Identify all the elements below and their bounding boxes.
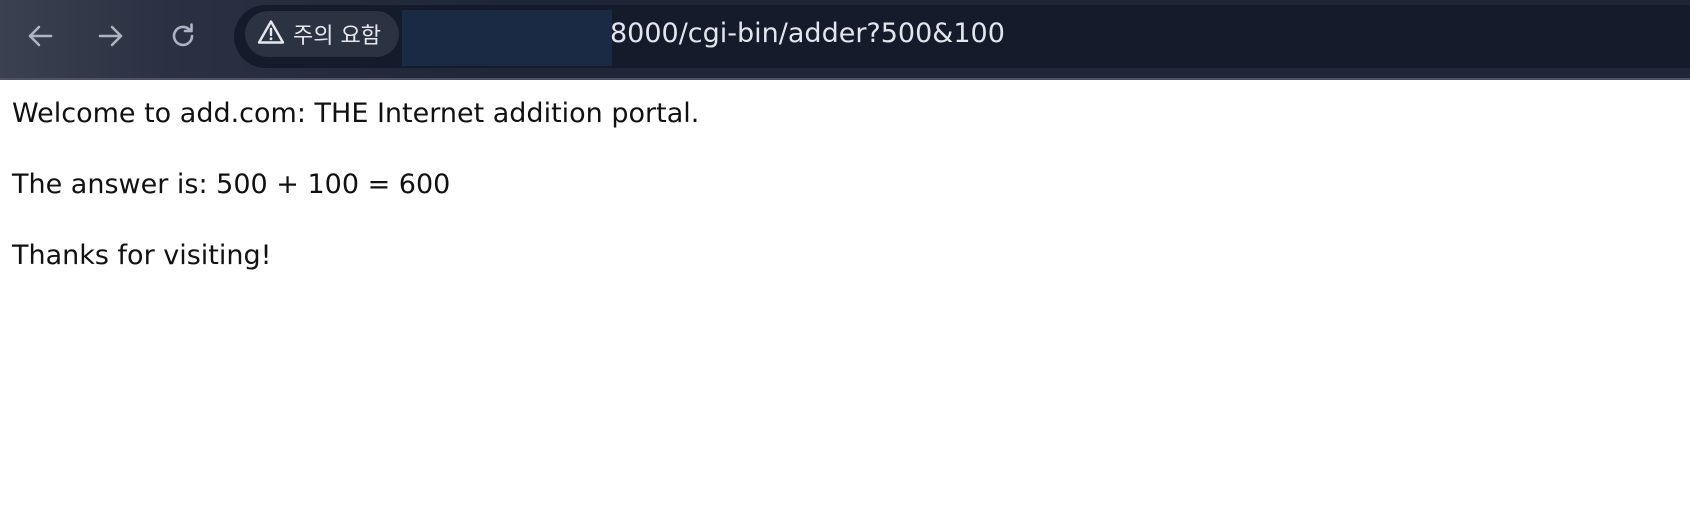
- thanks-text: Thanks for visiting!: [12, 240, 272, 271]
- redacted-url-segment: [402, 10, 612, 66]
- welcome-text: Welcome to add.com: THE Internet additio…: [12, 98, 700, 129]
- back-button[interactable]: [18, 14, 62, 58]
- arrow-left-icon: [25, 21, 55, 51]
- answer-text: The answer is: 500 + 100 = 600: [12, 169, 451, 200]
- url-text[interactable]: 8000/cgi-bin/adder?500&100: [610, 17, 1005, 51]
- security-indicator-chip[interactable]: 주의 요함: [245, 11, 399, 57]
- forward-button[interactable]: [89, 14, 133, 58]
- reload-icon: [168, 21, 198, 51]
- warning-triangle-icon: [257, 19, 285, 49]
- reload-button[interactable]: [161, 14, 205, 58]
- security-chip-label: 주의 요함: [293, 24, 381, 49]
- page-content: Welcome to add.com: THE Internet additio…: [12, 96, 699, 309]
- arrow-right-icon: [96, 21, 126, 51]
- browser-toolbar: 주의 요함 8000/cgi-bin/adder?500&100: [0, 0, 1690, 80]
